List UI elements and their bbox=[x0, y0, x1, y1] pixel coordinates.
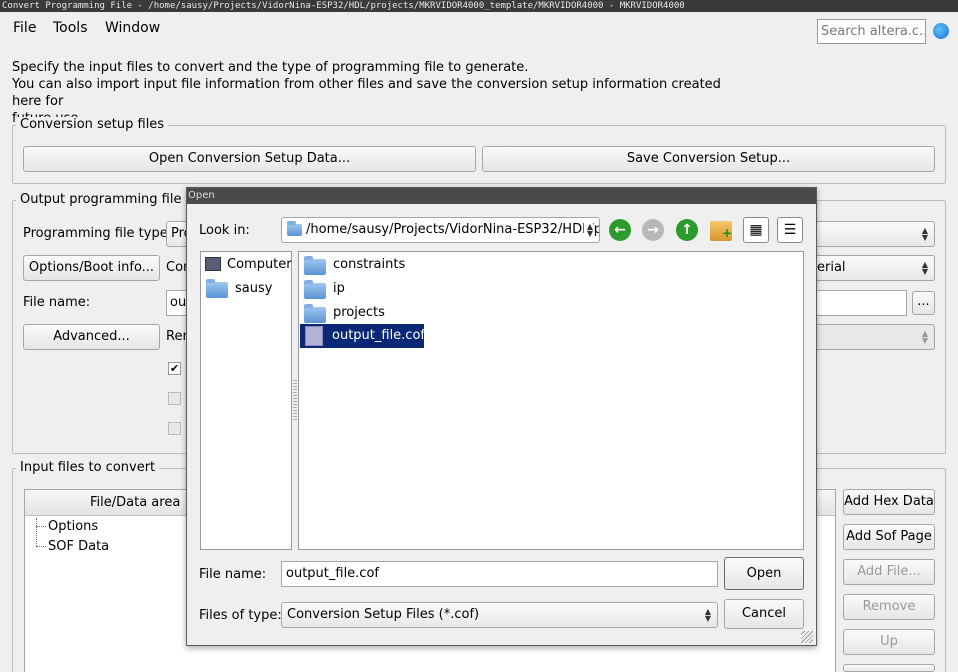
combo-arrows-icon: ▲ ▼ bbox=[921, 329, 928, 345]
file-type-label: Programming file type: bbox=[23, 226, 173, 241]
files-of-type-value: Conversion Setup Files (*.cof) bbox=[287, 607, 480, 622]
option-checkbox-3[interactable] bbox=[168, 422, 181, 435]
tree-item-options[interactable]: Options bbox=[48, 519, 98, 534]
file-item-projects[interactable]: projects bbox=[333, 305, 385, 320]
instruction-line: Specify the input files to convert and t… bbox=[12, 60, 529, 75]
tree-line bbox=[36, 518, 37, 546]
resize-grip-icon[interactable] bbox=[801, 631, 813, 643]
file-item-ip[interactable]: ip bbox=[333, 281, 345, 296]
dialog-file-name-input[interactable]: output_file.cof bbox=[281, 561, 718, 587]
up-button[interactable]: Up bbox=[843, 629, 935, 655]
add-hex-data-button[interactable]: Add Hex Data bbox=[843, 489, 935, 515]
open-button[interactable]: Open bbox=[724, 557, 804, 590]
file-item-label: output_file.cof bbox=[332, 328, 425, 343]
dialog-title: Open bbox=[187, 188, 816, 204]
file-name-label: File name: bbox=[23, 295, 91, 310]
menu-window[interactable]: Window bbox=[105, 20, 160, 36]
tree-line bbox=[36, 526, 46, 527]
window-title: Convert Programming File - /home/sausy/P… bbox=[0, 0, 958, 12]
remove-button[interactable]: Remove bbox=[843, 594, 935, 620]
folder-icon bbox=[304, 256, 326, 275]
sidebar-item-computer[interactable]: Computer bbox=[227, 257, 292, 272]
mode-value: erial bbox=[817, 260, 846, 275]
forward-icon[interactable]: → bbox=[642, 219, 664, 241]
tree-line bbox=[36, 546, 46, 547]
open-dialog: Open Look in: /home/sausy/Projects/Vidor… bbox=[186, 187, 817, 646]
option-checkbox-2[interactable] bbox=[168, 392, 181, 405]
combo-arrows-icon: ▲ ▼ bbox=[704, 607, 711, 623]
instruction-line: You can also import input file informati… bbox=[12, 77, 721, 109]
menu-tools[interactable]: Tools bbox=[53, 20, 88, 36]
options-boot-info-button[interactable]: Options/Boot info... bbox=[23, 255, 160, 281]
open-conversion-setup-button[interactable]: Open Conversion Setup Data... bbox=[23, 146, 476, 172]
file-icon bbox=[305, 326, 323, 346]
parent-folder-icon[interactable]: ↑ bbox=[676, 219, 698, 241]
search-input[interactable]: Search altera.c... bbox=[817, 19, 926, 44]
conversion-setup-label: Conversion setup files bbox=[16, 117, 169, 132]
folder-icon bbox=[304, 304, 326, 323]
option-checkbox-1[interactable]: ✔ bbox=[168, 362, 181, 375]
sidebar-item-sausy[interactable]: sausy bbox=[235, 281, 272, 296]
input-files-label: Input files to convert bbox=[16, 460, 160, 475]
file-list[interactable]: constraints ip projects output_file.cof bbox=[298, 251, 804, 550]
look-in-path: /home/sausy/Projects/VidorNina-ESP32/HDL… bbox=[306, 222, 599, 237]
folder-icon bbox=[287, 221, 302, 236]
combo-arrows-icon: ▲ ▼ bbox=[921, 226, 928, 242]
pane-splitter[interactable] bbox=[293, 380, 297, 420]
back-icon[interactable]: ← bbox=[609, 219, 631, 241]
files-of-type-select[interactable]: Conversion Setup Files (*.cof) ▲ ▼ bbox=[281, 602, 718, 628]
down-button[interactable] bbox=[843, 664, 935, 672]
list-view-icon[interactable]: ▦ bbox=[743, 217, 769, 243]
globe-icon[interactable] bbox=[933, 23, 949, 39]
files-of-type-label: Files of type: bbox=[199, 608, 282, 623]
computer-icon bbox=[205, 257, 221, 271]
browse-button[interactable]: ... bbox=[912, 291, 935, 315]
look-in-label: Look in: bbox=[199, 223, 250, 238]
home-folder-icon bbox=[206, 279, 228, 298]
folder-icon bbox=[304, 280, 326, 299]
places-sidebar[interactable]: Computer sausy bbox=[200, 251, 292, 550]
add-file-button[interactable]: Add File... bbox=[843, 559, 935, 585]
new-folder-icon[interactable]: + bbox=[710, 221, 732, 241]
mode-select[interactable]: erial ▲ ▼ bbox=[810, 255, 935, 281]
menu-bar: File Tools Window bbox=[0, 12, 958, 48]
add-sof-page-button[interactable]: Add Sof Page bbox=[843, 524, 935, 550]
dialog-file-name-label: File name: bbox=[199, 567, 267, 582]
file-item-output-file-cof[interactable]: output_file.cof bbox=[300, 324, 425, 348]
save-conversion-setup-button[interactable]: Save Conversion Setup... bbox=[482, 146, 935, 172]
column-header-file-data-area[interactable]: File/Data area bbox=[90, 495, 180, 510]
look-in-select[interactable]: /home/sausy/Projects/VidorNina-ESP32/HDL… bbox=[281, 217, 600, 243]
tree-item-sof-data[interactable]: SOF Data bbox=[48, 539, 109, 554]
output-file-label: Output programming file bbox=[16, 192, 186, 207]
advanced-button[interactable]: Advanced... bbox=[23, 324, 160, 350]
cancel-button[interactable]: Cancel bbox=[724, 599, 804, 629]
file-item-constraints[interactable]: constraints bbox=[333, 257, 405, 272]
remote-select[interactable]: ▲ ▼ bbox=[810, 324, 935, 350]
menu-file[interactable]: File bbox=[13, 20, 36, 36]
detail-view-icon[interactable]: ☰ bbox=[777, 217, 803, 243]
combo-arrows-icon: ▲ ▼ bbox=[583, 223, 593, 238]
combo-arrows-icon: ▲ ▼ bbox=[921, 260, 928, 276]
